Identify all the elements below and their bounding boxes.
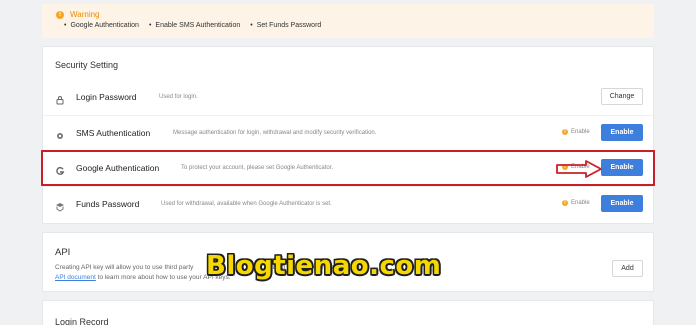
enable-funds-password-button[interactable]: Enable	[601, 195, 643, 212]
security-setting-card: Security Setting Login Password Used for…	[41, 46, 655, 224]
api-document-link[interactable]: API document	[55, 274, 96, 281]
security-row-name: Google Authentication	[76, 163, 160, 173]
status-text: Enable	[571, 129, 590, 135]
warning-item: Google Authentication	[64, 22, 139, 29]
api-desc-text: Creating API key will allow you to use t…	[55, 264, 194, 271]
shield-icon	[55, 199, 65, 212]
security-row-desc: Message authentication for login, withdr…	[173, 130, 377, 136]
warning-item: Enable SMS Authentication	[149, 22, 240, 29]
enable-google-auth-button[interactable]: Enable	[601, 159, 643, 176]
warning-banner: ! Warning Google Authentication Enable S…	[42, 4, 654, 38]
warning-icon: !	[56, 10, 64, 19]
add-api-key-button[interactable]: Add	[612, 260, 643, 277]
info-icon: !	[562, 200, 568, 206]
security-setting-title: Security Setting	[55, 60, 119, 70]
security-row-desc: Used for login.	[159, 94, 198, 100]
warning-list: Google Authentication Enable SMS Authent…	[56, 22, 640, 29]
security-row-google-auth: Google Authentication To protect your ac…	[41, 150, 655, 186]
security-row-name: Funds Password	[76, 199, 140, 209]
warning-item: Set Funds Password	[250, 22, 322, 29]
enable-sms-button[interactable]: Enable	[601, 124, 643, 141]
change-password-button[interactable]: Change	[601, 88, 643, 105]
security-row-funds-password: Funds Password Used for withdrawal, avai…	[43, 187, 653, 221]
red-arrow-icon	[556, 160, 602, 178]
phone-icon	[55, 128, 65, 139]
warning-title: Warning	[70, 10, 100, 19]
security-row-name: SMS Authentication	[76, 128, 151, 138]
security-row-desc: Used for withdrawal, available when Goog…	[161, 201, 332, 207]
login-record-card: Login Record	[42, 300, 654, 325]
status-badge: ! Enable	[562, 129, 590, 135]
security-row-desc: To protect your account, please set Goog…	[181, 165, 334, 171]
lock-icon	[55, 92, 65, 105]
security-row-name: Login Password	[76, 92, 137, 102]
login-record-title: Login Record	[55, 317, 109, 325]
info-icon: !	[562, 129, 568, 135]
google-icon	[55, 163, 65, 175]
security-row-sms: SMS Authentication Message authenticatio…	[43, 116, 653, 150]
status-badge: ! Enable	[562, 200, 590, 206]
status-text: Enable	[571, 200, 590, 206]
api-title: API	[55, 247, 71, 258]
watermark: Blogtienao.com	[206, 251, 442, 281]
security-row-login-password: Login Password Used for login. Change	[43, 80, 653, 114]
